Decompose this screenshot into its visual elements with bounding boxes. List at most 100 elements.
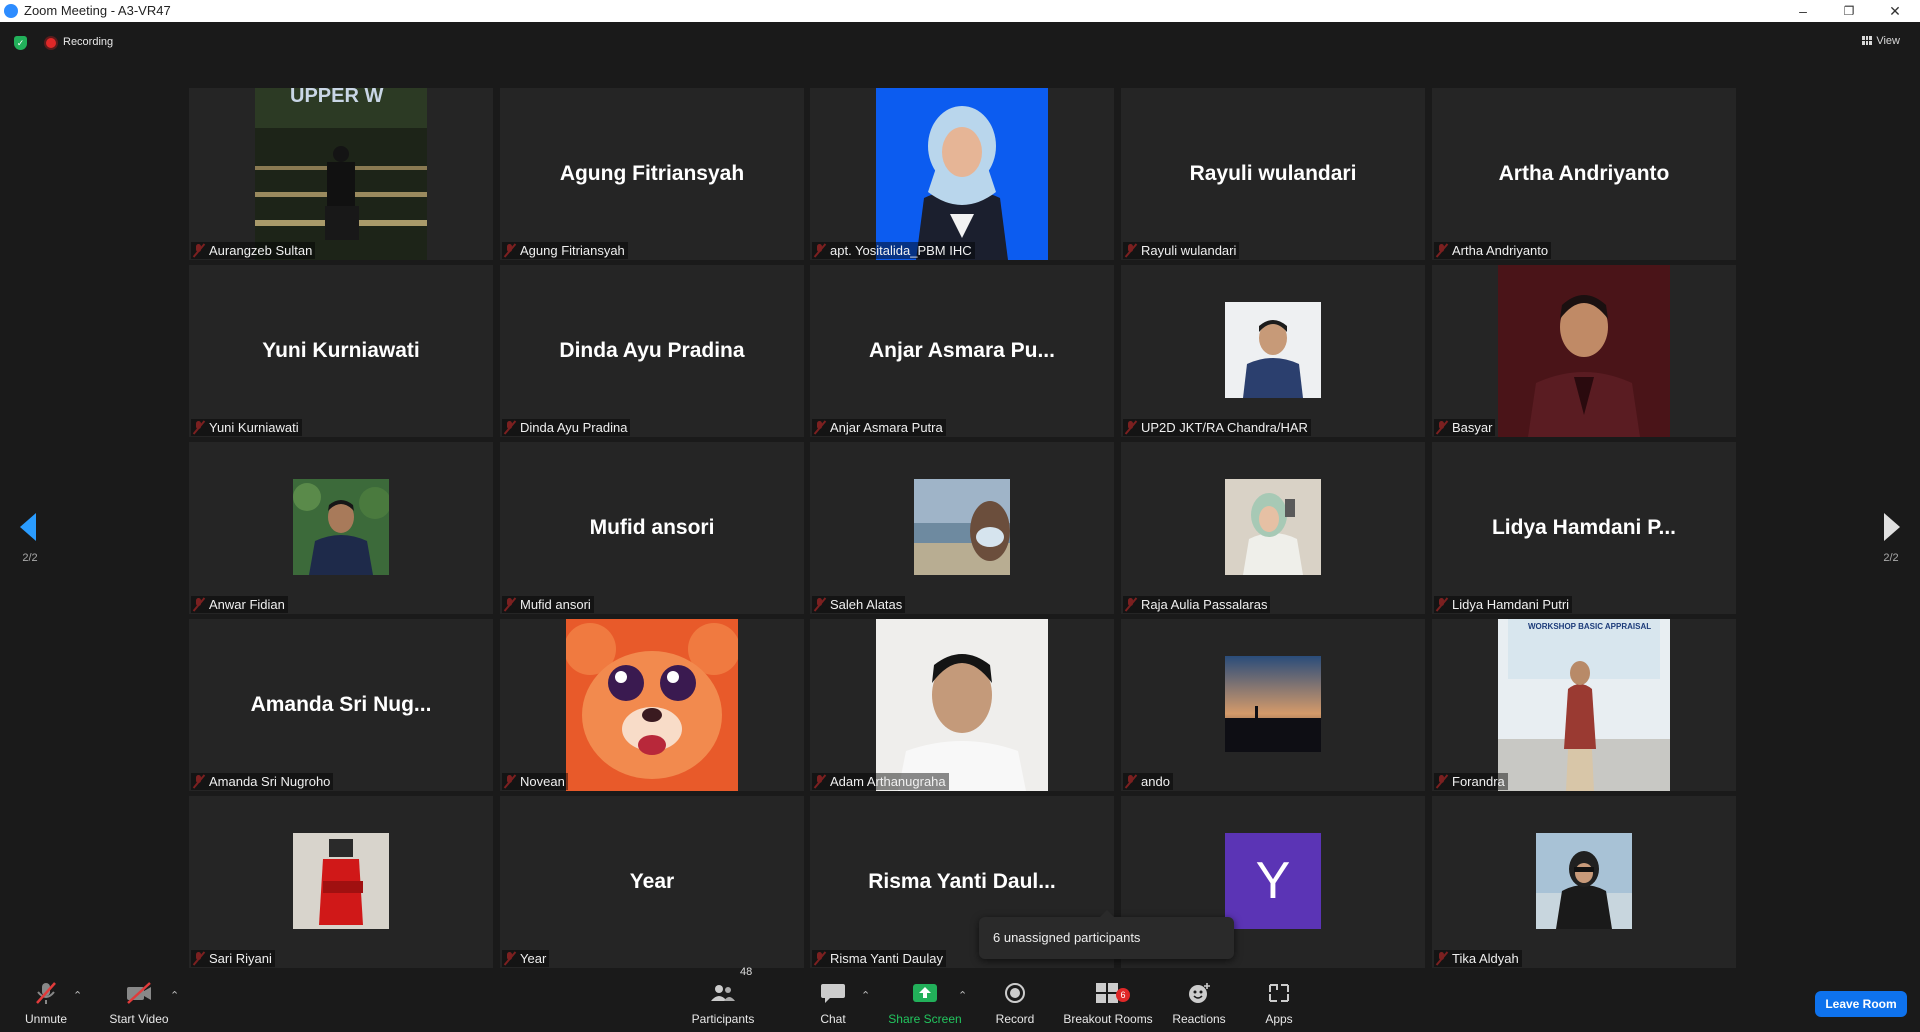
participant-name: Agung Fitriansyah bbox=[502, 242, 628, 259]
participant-name: Artha Andriyanto bbox=[1434, 242, 1552, 259]
breakout-rooms-button[interactable]: 6 Breakout Rooms bbox=[1062, 968, 1154, 1032]
participant-name: UP2D JKT/RA Chandra/HAR bbox=[1123, 419, 1311, 436]
video-tile[interactable]: Basyar bbox=[1432, 265, 1736, 437]
participant-display-name: Year bbox=[629, 870, 675, 893]
view-label: View bbox=[1876, 35, 1900, 47]
minimize-button[interactable]: – bbox=[1780, 0, 1826, 22]
previous-page-arrow-icon[interactable] bbox=[20, 513, 36, 541]
microphone-muted-icon bbox=[36, 982, 56, 1004]
participant-display-name: Amanda Sri Nug... bbox=[250, 693, 432, 716]
participants-icon bbox=[711, 985, 735, 1001]
participant-display-name: Lidya Hamdani P... bbox=[1491, 516, 1676, 539]
video-tile[interactable]: Dinda Ayu Pradina Dinda Ayu Pradina bbox=[500, 265, 804, 437]
participant-photo: WORKSHOP BASIC APPRAISAL bbox=[1498, 619, 1670, 791]
reactions-button[interactable]: Reactions bbox=[1170, 968, 1228, 1032]
svg-text:WORKSHOP BASIC APPRAISAL: WORKSHOP BASIC APPRAISAL bbox=[1528, 622, 1651, 631]
participant-name: Year bbox=[502, 950, 550, 967]
share-screen-icon bbox=[913, 984, 937, 1002]
participant-name: Aurangzeb Sultan bbox=[191, 242, 316, 259]
view-button[interactable]: View bbox=[1862, 35, 1900, 47]
apps-button[interactable]: Apps bbox=[1256, 968, 1302, 1032]
start-video-label: Start Video bbox=[109, 1012, 169, 1026]
participant-initial-avatar: Y bbox=[1225, 833, 1321, 929]
participant-name: Saleh Alatas bbox=[812, 596, 906, 613]
participant-name: Risma Yanti Daulay bbox=[812, 950, 946, 967]
next-page-arrow-icon[interactable] bbox=[1884, 513, 1900, 541]
apps-label: Apps bbox=[1265, 1012, 1293, 1026]
participant-name: Yuni Kurniawati bbox=[191, 419, 302, 436]
reactions-label: Reactions bbox=[1172, 1012, 1226, 1026]
chat-options-caret-icon[interactable]: ⌃ bbox=[861, 989, 870, 1002]
leave-room-button[interactable]: Leave Room bbox=[1815, 991, 1907, 1017]
start-video-button[interactable]: Start Video bbox=[104, 968, 174, 1032]
video-tile[interactable]: Lidya Hamdani P... Lidya Hamdani Putri bbox=[1432, 442, 1736, 614]
participant-name: Forandra bbox=[1434, 773, 1508, 790]
page-indicator-right: 2/2 bbox=[1883, 552, 1899, 564]
participant-display-name: Artha Andriyanto bbox=[1498, 162, 1670, 185]
video-tile[interactable]: Raja Aulia Passalaras bbox=[1121, 442, 1425, 614]
video-tile[interactable]: ando bbox=[1121, 619, 1425, 791]
participant-name: Adam Arthanugraha bbox=[812, 773, 949, 790]
video-tile[interactable]: Artha Andriyanto Artha Andriyanto bbox=[1432, 88, 1736, 260]
participant-name: Lidya Hamdani Putri bbox=[1434, 596, 1573, 613]
video-tile[interactable]: Anjar Asmara Pu... Anjar Asmara Putra bbox=[810, 265, 1114, 437]
window-titlebar: Zoom Meeting - A3-VR47 – ❐ ✕ bbox=[0, 0, 1920, 22]
video-off-icon bbox=[127, 982, 151, 1004]
grid-view-icon bbox=[1862, 36, 1873, 45]
video-tile[interactable]: Sari Riyani bbox=[189, 796, 493, 968]
participant-display-name: Anjar Asmara Pu... bbox=[869, 339, 1055, 362]
participant-display-name: Risma Yanti Daul... bbox=[868, 870, 1056, 893]
unmute-label: Unmute bbox=[24, 1012, 68, 1026]
share-options-caret-icon[interactable]: ⌃ bbox=[958, 989, 967, 1002]
share-screen-label: Share Screen bbox=[888, 1012, 962, 1026]
video-tile[interactable]: Novean bbox=[500, 619, 804, 791]
participant-name: Sari Riyani bbox=[191, 950, 275, 967]
participant-photo bbox=[876, 88, 1048, 260]
video-tile[interactable]: Agung Fitriansyah Agung Fitriansyah bbox=[500, 88, 804, 260]
video-tile[interactable]: Tika Aldyah bbox=[1432, 796, 1736, 968]
participant-display-name: Agung Fitriansyah bbox=[559, 162, 745, 185]
video-tile[interactable]: UPPER W Aurangzeb Sultan bbox=[189, 88, 493, 260]
video-tile[interactable]: WORKSHOP BASIC APPRAISAL Forandra bbox=[1432, 619, 1736, 791]
record-button[interactable]: Record bbox=[990, 968, 1040, 1032]
video-options-caret-icon[interactable]: ⌃ bbox=[170, 989, 179, 1002]
participants-label: Participants bbox=[691, 1012, 755, 1026]
breakout-tooltip: 6 unassigned participants bbox=[979, 910, 1234, 959]
share-screen-button[interactable]: Share Screen bbox=[885, 968, 965, 1032]
video-tile[interactable]: Adam Arthanugraha bbox=[810, 619, 1114, 791]
participant-photo: UPPER W bbox=[255, 88, 427, 260]
participant-display-name: Rayuli wulandari bbox=[1189, 162, 1357, 185]
page-indicator-left: 2/2 bbox=[22, 552, 38, 564]
record-icon bbox=[1005, 983, 1025, 1003]
video-tile[interactable]: Yuni Kurniawati Yuni Kurniawati bbox=[189, 265, 493, 437]
participants-button[interactable]: 48 Participants bbox=[686, 966, 760, 1032]
participant-name: Anjar Asmara Putra bbox=[812, 419, 946, 436]
video-tile[interactable]: apt. Yositalida_PBM IHC bbox=[810, 88, 1114, 260]
restore-button[interactable]: ❐ bbox=[1826, 0, 1872, 22]
window-title: Zoom Meeting - A3-VR47 bbox=[24, 3, 171, 18]
participant-photo bbox=[1225, 479, 1321, 575]
audio-options-caret-icon[interactable]: ⌃ bbox=[73, 989, 82, 1002]
video-tile[interactable]: Year Year bbox=[500, 796, 804, 968]
recording-label[interactable]: Recording bbox=[63, 36, 113, 48]
participants-count: 48 bbox=[740, 966, 753, 978]
participant-name: Anwar Fidian bbox=[191, 596, 288, 613]
participant-name: Mufid ansori bbox=[502, 596, 594, 613]
video-tile[interactable]: Mufid ansori Mufid ansori bbox=[500, 442, 804, 614]
breakout-badge: 6 bbox=[1116, 988, 1130, 1002]
chat-button[interactable]: Chat bbox=[808, 968, 858, 1032]
chat-bubble-icon bbox=[821, 984, 845, 1003]
participant-photo bbox=[1225, 302, 1321, 398]
unmute-button[interactable]: Unmute bbox=[14, 968, 78, 1032]
participant-name: Amanda Sri Nugroho bbox=[191, 773, 334, 790]
security-shield-icon[interactable]: ✓ bbox=[14, 36, 27, 50]
close-button[interactable]: ✕ bbox=[1872, 0, 1918, 22]
apps-icon bbox=[1269, 984, 1289, 1002]
video-tile[interactable]: Amanda Sri Nug... Amanda Sri Nugroho bbox=[189, 619, 493, 791]
video-tile[interactable]: Saleh Alatas bbox=[810, 442, 1114, 614]
video-tile[interactable]: Rayuli wulandari Rayuli wulandari bbox=[1121, 88, 1425, 260]
video-tile[interactable]: UP2D JKT/RA Chandra/HAR bbox=[1121, 265, 1425, 437]
video-tile[interactable]: Anwar Fidian bbox=[189, 442, 493, 614]
participant-name: apt. Yositalida_PBM IHC bbox=[812, 242, 975, 259]
participant-display-name: Yuni Kurniawati bbox=[262, 339, 420, 362]
